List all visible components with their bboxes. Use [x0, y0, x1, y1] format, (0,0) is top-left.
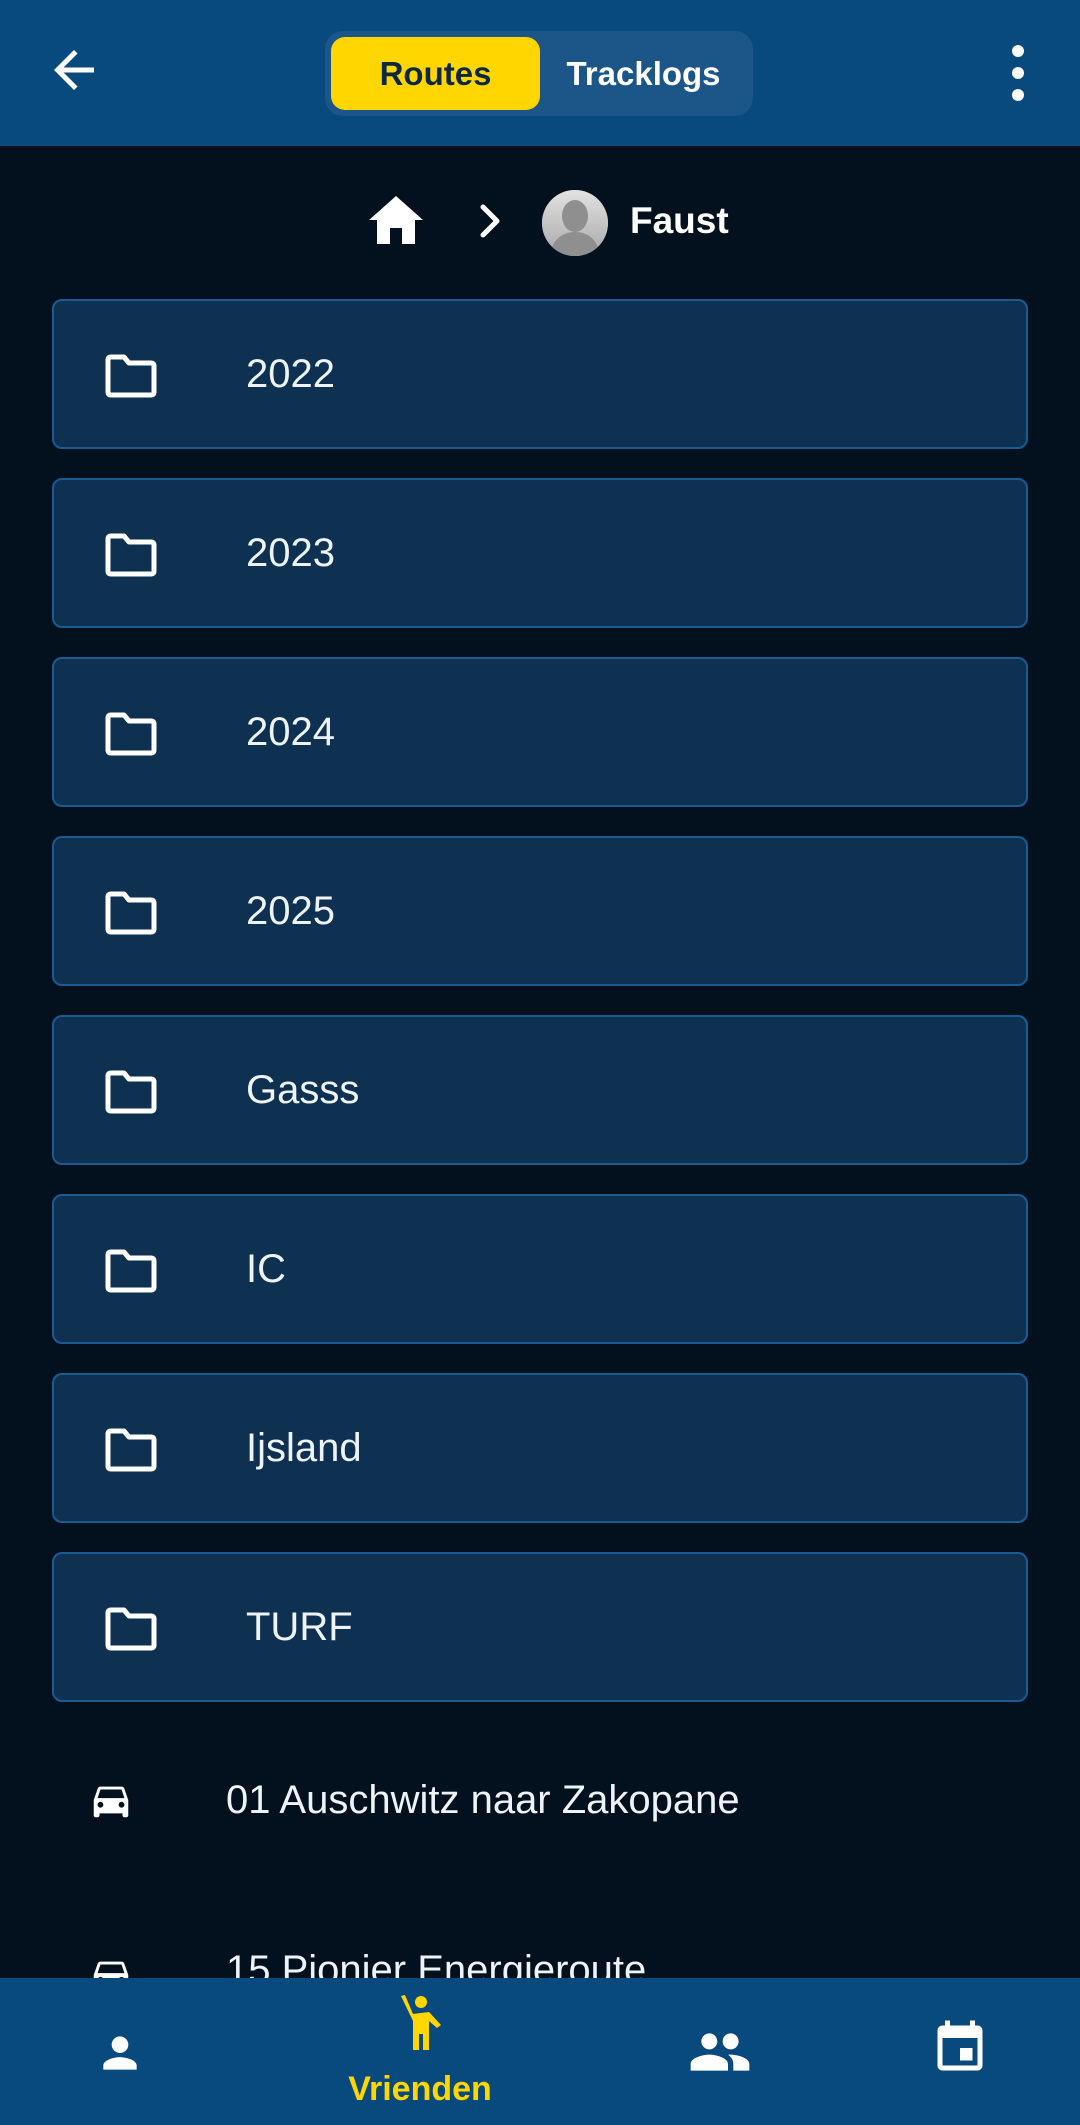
folder-label: 2025 [246, 889, 335, 933]
arrow-left-icon [54, 50, 94, 90]
folder-icon [105, 712, 157, 756]
bottom-navigation: Vrienden [0, 1978, 1080, 2125]
overflow-menu-button[interactable] [998, 40, 1038, 106]
folder-icon [105, 1607, 157, 1651]
folder-icon [105, 891, 157, 935]
user-silhouette-icon [542, 190, 608, 256]
folder-item[interactable]: 2023 [52, 478, 1028, 628]
folder-item[interactable]: IC [52, 1194, 1028, 1344]
nav-friends[interactable]: Vrienden [330, 1978, 510, 2125]
nav-profile[interactable] [70, 1978, 170, 2125]
folder-item[interactable]: 2025 [52, 836, 1028, 986]
folder-item[interactable]: Gasss [52, 1015, 1028, 1165]
person-icon [103, 2036, 137, 2070]
folder-icon [105, 354, 157, 398]
folder-item[interactable]: 2024 [52, 657, 1028, 807]
folder-label: TURF [246, 1605, 353, 1649]
folder-icon [105, 533, 157, 577]
group-icon [690, 2033, 750, 2071]
folder-label: Ijsland [246, 1426, 362, 1470]
route-item[interactable]: 15 Pionier Energieroute [0, 1900, 1080, 1978]
nav-calendar[interactable] [910, 1978, 1010, 2125]
route-label: 01 Auschwitz naar Zakopane [226, 1778, 740, 1822]
tab-routes[interactable]: Routes [331, 37, 540, 110]
folder-label: IC [246, 1247, 286, 1291]
route-label: 15 Pionier Energieroute [226, 1948, 647, 1978]
nav-friends-label: Vrienden [348, 2070, 492, 2108]
chevron-right-icon [480, 204, 500, 238]
avatar [542, 190, 608, 256]
breadcrumb-user-name[interactable]: Faust [630, 200, 729, 242]
folder-list: 2022 2023 2024 2025 Gasss IC Ijsland TUR… [52, 299, 1028, 1731]
folder-label: 2023 [246, 531, 335, 575]
tab-tracklogs[interactable]: Tracklogs [540, 37, 747, 110]
breadcrumb: Faust [0, 180, 1080, 260]
calendar-icon [937, 2020, 983, 2071]
routes-tracklogs-toggle: Routes Tracklogs [325, 31, 753, 116]
folder-item[interactable]: TURF [52, 1552, 1028, 1702]
folder-icon [105, 1070, 157, 1114]
route-item[interactable]: 01 Auschwitz naar Zakopane [0, 1740, 1080, 1860]
app-bar: Routes Tracklogs [0, 0, 1080, 146]
back-button[interactable] [44, 40, 104, 100]
nav-groups[interactable] [670, 1978, 770, 2125]
breadcrumb-home[interactable] [367, 194, 425, 246]
folder-label: Gasss [246, 1068, 360, 1112]
home-icon [369, 196, 423, 244]
car-icon [93, 1961, 129, 1978]
waving-person-icon [401, 1995, 441, 2050]
folder-label: 2022 [246, 352, 335, 396]
car-icon [93, 1786, 129, 1818]
folder-icon [105, 1428, 157, 1472]
folder-item[interactable]: Ijsland [52, 1373, 1028, 1523]
folder-label: 2024 [246, 710, 335, 754]
more-vertical-icon [1012, 45, 1024, 101]
folder-item[interactable]: 2022 [52, 299, 1028, 449]
folder-icon [105, 1249, 157, 1293]
